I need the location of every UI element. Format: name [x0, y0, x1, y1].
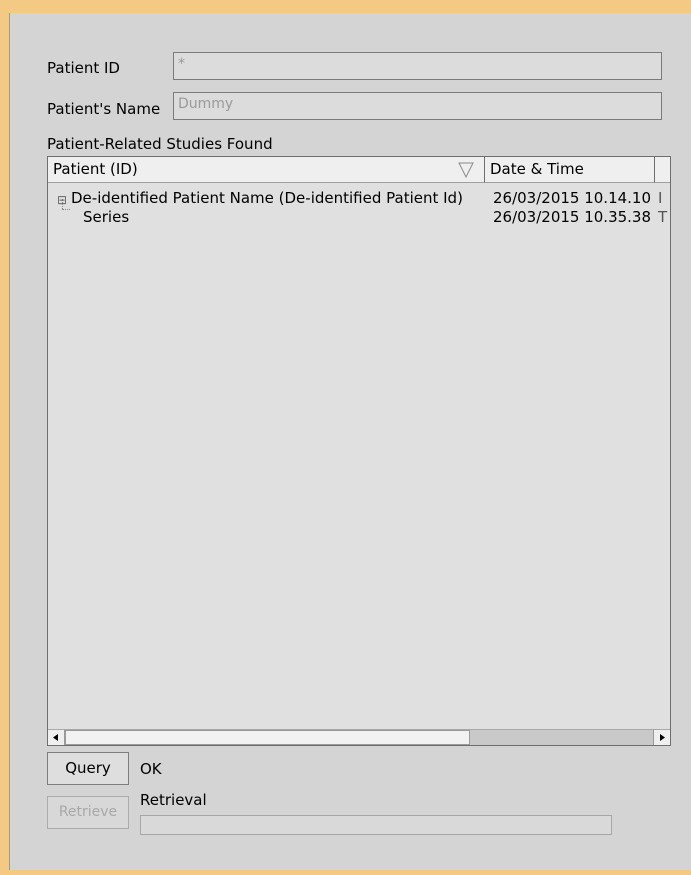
arrow-left-icon: [53, 734, 58, 741]
studies-found-label: Patient-Related Studies Found: [47, 135, 273, 153]
tree-row-series-datetime: 26/03/2015 10.35.38: [493, 208, 652, 226]
scroll-left-button[interactable]: [48, 730, 65, 745]
horizontal-scrollbar[interactable]: [48, 729, 670, 745]
tree-row-patient-overflow: I: [658, 189, 663, 207]
column-header-patient-id[interactable]: Patient (ID): [48, 157, 485, 183]
query-retrieve-panel: Patient ID * Patient's Name Dummy Patien…: [9, 13, 691, 870]
patient-id-label: Patient ID: [47, 59, 120, 77]
query-button[interactable]: Query: [47, 752, 129, 785]
query-status-text: OK: [140, 760, 162, 778]
tree-row-patient[interactable]: De-identified Patient Name (De-identifie…: [71, 189, 463, 207]
studies-tree-list[interactable]: Patient (ID) Date & Time ⊟ De-identified…: [47, 156, 671, 746]
scroll-thumb[interactable]: [65, 730, 470, 745]
tree-row-patient-datetime: 26/03/2015 10.14.10: [493, 189, 652, 207]
tree-collapse-icon[interactable]: ⊟: [57, 191, 67, 209]
retrieval-progress-bar: [140, 815, 612, 835]
patient-name-field[interactable]: Dummy: [173, 92, 662, 120]
tree-connector-line: [62, 209, 70, 211]
sort-descending-icon: [458, 162, 474, 178]
tree-row-series[interactable]: Series: [83, 208, 129, 226]
patient-id-field[interactable]: *: [173, 52, 662, 80]
column-header-date-time[interactable]: Date & Time: [485, 157, 655, 183]
column-label-date-time: Date & Time: [490, 160, 584, 178]
column-label-patient-id: Patient (ID): [53, 160, 138, 178]
tree-row-series-overflow: T: [658, 208, 668, 226]
arrow-right-icon: [660, 734, 665, 741]
retrieval-label: Retrieval: [140, 791, 207, 809]
column-header-overflow[interactable]: [655, 157, 670, 183]
retrieve-button[interactable]: Retrieve: [47, 796, 129, 829]
scroll-right-button[interactable]: [653, 730, 670, 745]
patient-name-label: Patient's Name: [47, 100, 161, 118]
